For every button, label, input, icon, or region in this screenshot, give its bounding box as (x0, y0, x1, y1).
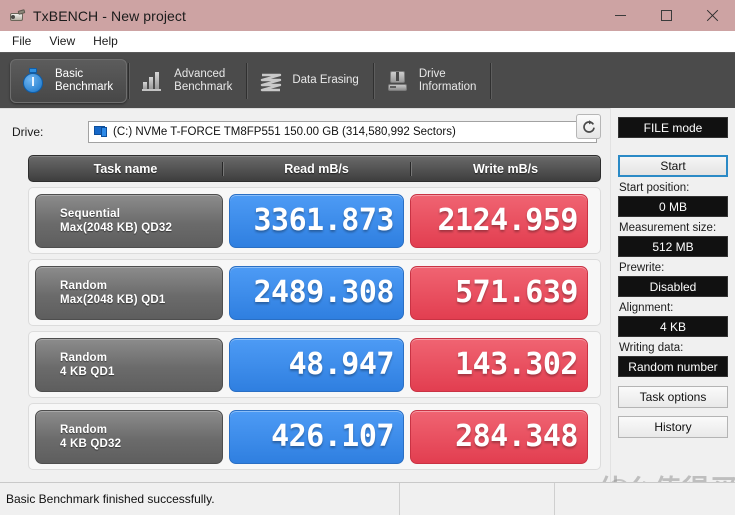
prewrite-field[interactable]: Disabled (618, 276, 728, 297)
drive-info-icon (385, 68, 411, 94)
bar-chart-icon (140, 68, 166, 94)
prewrite-label: Prewrite: (619, 262, 665, 274)
drive-label: Drive: (12, 125, 44, 139)
start-position-field[interactable]: 0 MB (618, 196, 728, 217)
stopwatch-icon (21, 67, 47, 94)
tab-strip: Basic Benchmark Advanced Benchmark Data … (0, 52, 735, 108)
task-name-line1: Random (60, 423, 108, 436)
shredder-icon (258, 68, 284, 94)
task-name-line2: Max(2048 KB) QD1 (60, 293, 166, 306)
read-value: 426.107 (229, 409, 404, 464)
close-icon (706, 9, 719, 22)
table-row: Random 4 KB QD1 48.947 143.302 (28, 331, 601, 398)
read-value: 48.947 (229, 337, 404, 392)
status-segment-tertiary (555, 483, 735, 515)
tab-drive-information[interactable]: Drive Information (375, 59, 490, 103)
table-row: Random Max(2048 KB) QD1 2489.308 571.639 (28, 259, 601, 326)
column-header-read: Read mB/s (222, 161, 410, 176)
read-value: 2489.308 (229, 265, 404, 320)
drive-select-value: (C:) NVMe T-FORCE TM8FP551 150.00 GB (31… (113, 126, 456, 138)
title-bar: TxBENCH - New project (0, 0, 735, 31)
task-name-line1: Random (60, 351, 108, 364)
refresh-icon (582, 119, 595, 133)
tab-divider (246, 62, 248, 99)
tab-basic-benchmark-label: Basic Benchmark (55, 67, 114, 93)
drive-selector-row: Drive: (C:) NVMe T-FORCE TM8FP551 150.00… (0, 117, 605, 147)
task-button[interactable]: Random 4 KB QD32 (35, 409, 223, 464)
read-value: 3361.873 (229, 193, 404, 248)
maximize-button[interactable] (643, 0, 689, 31)
drive-select[interactable]: (C:) NVMe T-FORCE TM8FP551 150.00 GB (31… (88, 121, 597, 143)
task-name-line2: Max(2048 KB) QD32 (60, 221, 173, 234)
minimize-icon (614, 15, 626, 16)
close-button[interactable] (689, 0, 735, 31)
tab-divider (490, 62, 492, 99)
tab-drive-information-label: Drive Information (418, 67, 477, 93)
write-value: 284.348 (410, 409, 588, 464)
results-header: Task name Read mB/s Write mB/s (28, 155, 601, 182)
write-value: 143.302 (410, 337, 588, 392)
results-panel: Task name Read mB/s Write mB/s Sequentia… (28, 155, 601, 475)
txbench-window: TxBENCH - New project File View Help Bas… (0, 0, 735, 515)
table-row: Sequential Max(2048 KB) QD32 3361.873 21… (28, 187, 601, 254)
tab-advanced-benchmark-label: Advanced Benchmark (174, 67, 233, 93)
tab-advanced-benchmark[interactable]: Advanced Benchmark (130, 59, 245, 103)
tab-data-erasing[interactable]: Data Erasing (248, 59, 371, 103)
tab-basic-benchmark[interactable]: Basic Benchmark (10, 58, 128, 103)
menu-bar: File View Help (0, 31, 735, 52)
start-button[interactable]: Start (618, 155, 728, 177)
status-segment-message: Basic Benchmark finished successfully. (0, 482, 400, 515)
app-icon (9, 8, 26, 24)
tab-divider (372, 62, 374, 99)
maximize-icon (660, 10, 672, 21)
column-header-task-name: Task name (93, 161, 158, 176)
task-name-line2: 4 KB QD1 (60, 365, 115, 378)
window-title: TxBENCH - New project (33, 7, 187, 24)
writing-data-field[interactable]: Random number (618, 356, 728, 377)
measurement-size-field[interactable]: 512 MB (618, 236, 728, 257)
menu-item-view[interactable]: View (40, 32, 84, 51)
table-row: Random 4 KB QD32 426.107 284.348 (28, 403, 601, 470)
window-controls (597, 0, 735, 31)
options-sidebar: FILE mode Start Start position: 0 MB Mea… (610, 108, 735, 482)
task-button[interactable]: Random 4 KB QD1 (35, 337, 223, 392)
alignment-field[interactable]: 4 KB (618, 316, 728, 337)
status-segment-secondary (400, 482, 555, 515)
file-mode-field[interactable]: FILE mode (618, 117, 728, 138)
refresh-drives-button[interactable] (576, 114, 601, 139)
status-bar: Basic Benchmark finished successfully. (0, 482, 735, 515)
menu-item-file[interactable]: File (3, 32, 40, 51)
alignment-label: Alignment: (619, 302, 674, 314)
writing-data-label: Writing data: (619, 342, 684, 354)
task-name-line1: Sequential (60, 207, 121, 220)
status-message: Basic Benchmark finished successfully. (6, 492, 215, 506)
measurement-size-label: Measurement size: (619, 222, 717, 234)
tab-data-erasing-label: Data Erasing (292, 74, 359, 86)
history-button[interactable]: History (618, 416, 728, 438)
task-options-button[interactable]: Task options (618, 386, 728, 408)
task-button[interactable]: Sequential Max(2048 KB) QD32 (35, 193, 223, 248)
monitor-icon (94, 126, 108, 138)
tab-divider (128, 62, 130, 99)
column-header-write: Write mB/s (410, 161, 600, 176)
start-position-label: Start position: (619, 182, 690, 194)
task-name-line2: 4 KB QD32 (60, 437, 122, 450)
task-name-line1: Random (60, 279, 108, 292)
task-button[interactable]: Random Max(2048 KB) QD1 (35, 265, 223, 320)
write-value: 571.639 (410, 265, 588, 320)
write-value: 2124.959 (410, 193, 588, 248)
minimize-button[interactable] (597, 0, 643, 31)
menu-item-help[interactable]: Help (84, 32, 127, 51)
